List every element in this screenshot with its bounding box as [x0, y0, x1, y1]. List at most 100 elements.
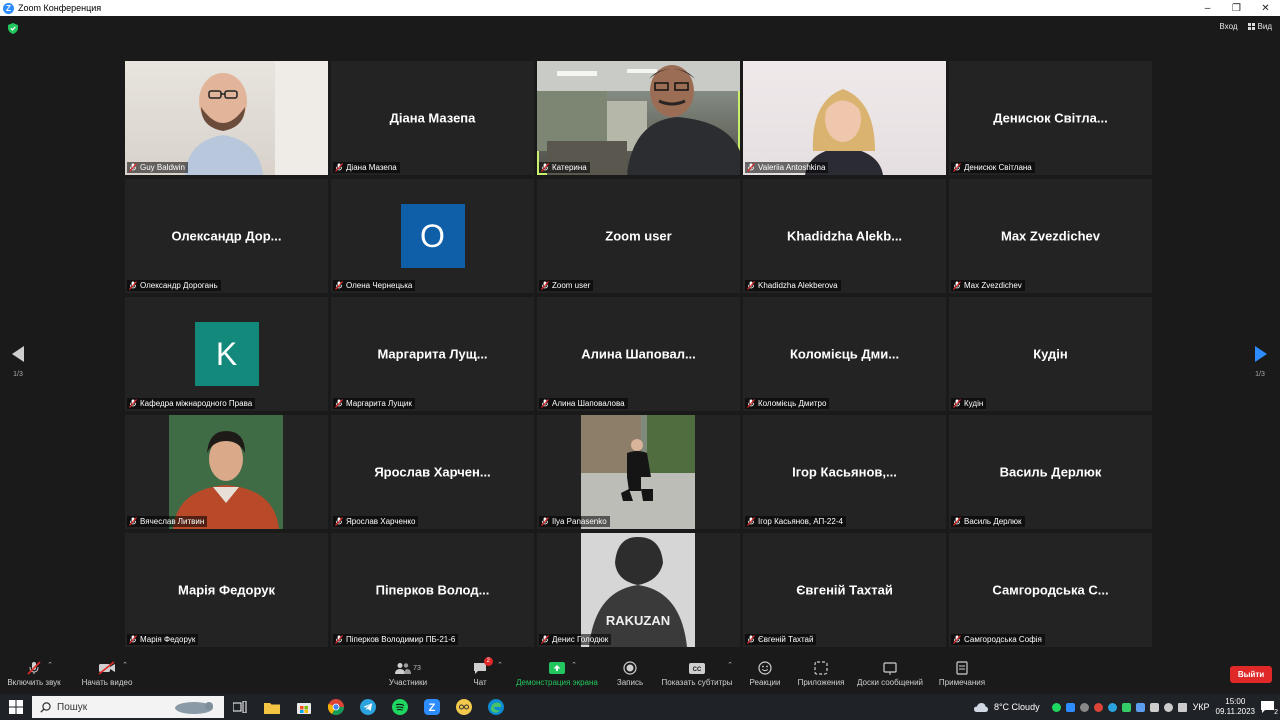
muted-mic-icon	[129, 281, 137, 290]
search-placeholder: Пошук	[57, 701, 88, 713]
participant-tile[interactable]: K Кафедра міжнародного Права	[125, 297, 328, 411]
participant-tile[interactable]: Коломієць Дми... Коломієць Дмитро	[743, 297, 946, 411]
participant-tile[interactable]: Василь Дерлюк Василь Дерлюк	[949, 415, 1152, 529]
encryption-shield-icon[interactable]	[8, 23, 18, 34]
previous-page-arrow-icon[interactable]	[12, 346, 24, 362]
muted-mic-icon	[747, 517, 755, 526]
record-button[interactable]: Запись	[614, 661, 646, 687]
participant-tile[interactable]: Євгеній Тахтай Євгеній Тахтай	[743, 533, 946, 647]
signin-button[interactable]: Вход	[1219, 22, 1237, 31]
view-button[interactable]: Вид	[1247, 22, 1272, 31]
participant-tile[interactable]: Діана Мазепа Діана Мазепа	[331, 61, 534, 175]
taskbar-search-box[interactable]: Пошук	[32, 696, 224, 718]
microsoft-store-icon[interactable]	[288, 694, 320, 720]
edge-icon[interactable]	[480, 694, 512, 720]
audio-options-caret-icon[interactable]: ⌃	[47, 661, 53, 669]
participant-tile[interactable]: Guy Baldwin	[125, 61, 328, 175]
participant-tile[interactable]: Zoom user Zoom user	[537, 179, 740, 293]
apps-button[interactable]: Приложения	[796, 661, 846, 687]
participant-name-label: Діана Мазепа	[333, 162, 400, 173]
minimize-button[interactable]: –	[1193, 0, 1222, 16]
battery-icon[interactable]	[1149, 702, 1159, 712]
participant-display-name: Самгородська С...	[992, 582, 1109, 598]
share-screen-button[interactable]: ⌃ Демонстрация экрана	[514, 661, 600, 687]
participant-tile[interactable]: Valeriia Antoshkina	[743, 61, 946, 175]
zoom-tray-icon[interactable]	[1065, 702, 1075, 712]
volume-icon[interactable]	[1177, 702, 1187, 712]
participant-tile[interactable]: Катерина	[537, 61, 740, 175]
whiteboards-button[interactable]: Доски сообщений	[856, 661, 924, 687]
wifi-icon[interactable]	[1163, 702, 1173, 712]
start-video-button[interactable]: ⌃ Начать видео	[80, 661, 134, 687]
participant-name-label: Євгеній Тахтай	[745, 634, 817, 645]
participant-tile[interactable]: Марія Федорук Марія Федорук	[125, 533, 328, 647]
task-view-icon[interactable]	[224, 694, 256, 720]
spotify-icon[interactable]	[384, 694, 416, 720]
chat-label: Чат	[473, 678, 487, 687]
participant-tile[interactable]: Маргарита Лущ... Маргарита Лущик	[331, 297, 534, 411]
weather-text[interactable]: 8°C Cloudy	[994, 702, 1040, 712]
participant-tile[interactable]: Самгородська С... Самгородська Софія	[949, 533, 1152, 647]
unmute-button[interactable]: ⌃ Включить звук	[6, 661, 62, 687]
participant-name: Кафедра міжнародного Права	[140, 399, 253, 408]
participant-name: Коломієць Дмитро	[758, 399, 827, 408]
participant-tile[interactable]: Олександр Дор... Олександр Дорогань	[125, 179, 328, 293]
chrome-tray-icon[interactable]	[1093, 702, 1103, 712]
leave-meeting-button[interactable]: Выйти	[1230, 666, 1272, 683]
reactions-button[interactable]: Реакции	[748, 661, 782, 687]
participant-name-label: Піперков Володимир ПБ-21-6	[333, 634, 459, 645]
next-page-arrow-icon[interactable]	[1255, 346, 1267, 362]
search-icon	[40, 701, 51, 713]
participant-tile[interactable]: Денисюк Світла... Денисюк Світлана	[949, 61, 1152, 175]
clock-date: 09.11.2023	[1215, 707, 1255, 716]
chat-button[interactable]: 2 ⌃ Чат	[470, 657, 503, 687]
captions-options-caret-icon[interactable]: ⌃	[727, 661, 733, 669]
start-button[interactable]	[0, 694, 32, 720]
participant-name: Ilya Panasenko	[552, 517, 607, 526]
notes-button[interactable]: Примечания	[938, 661, 986, 687]
participant-tile[interactable]: Khadidzha Alekb... Khadidzha Alekberova	[743, 179, 946, 293]
share-screen-icon: ⌃	[549, 661, 577, 675]
tray-app-icon[interactable]	[1079, 702, 1089, 712]
video-options-caret-icon[interactable]: ⌃	[122, 661, 128, 669]
muted-mic-icon	[953, 517, 961, 526]
telegram-icon[interactable]	[352, 694, 384, 720]
zoom-taskbar-icon[interactable]: Z	[416, 694, 448, 720]
chat-options-caret-icon[interactable]: ⌃	[497, 661, 503, 669]
participant-name: Valeriia Antoshkina	[758, 163, 826, 172]
close-button[interactable]: ✕	[1251, 0, 1280, 16]
participant-tile[interactable]: Вячеслав Литвин	[125, 415, 328, 529]
participant-display-name: Піперков Волод...	[375, 582, 490, 598]
participant-video	[537, 61, 740, 175]
svg-text:CC: CC	[693, 667, 702, 673]
file-explorer-icon[interactable]	[256, 694, 288, 720]
participant-tile[interactable]: Ярослав Харчен... Ярослав Харченко	[331, 415, 534, 529]
maximize-button[interactable]: ❐	[1222, 0, 1251, 16]
participant-name-label: Василь Дерлюк	[951, 516, 1025, 527]
participants-button[interactable]: 73 Участники	[386, 661, 430, 687]
participant-tile[interactable]: О Олена Чернецька	[331, 179, 534, 293]
participant-tile[interactable]: Ігор Касьянов,... Ігор Касьянов, АП-22-4	[743, 415, 946, 529]
participant-tile[interactable]: Піперков Волод... Піперков Володимир ПБ-2…	[331, 533, 534, 647]
clock[interactable]: 15:00 09.11.2023	[1216, 697, 1255, 717]
language-indicator[interactable]: УКР	[1193, 702, 1210, 712]
muted-mic-icon	[129, 163, 137, 172]
chrome-icon[interactable]	[320, 694, 352, 720]
participant-tile[interactable]: Ilya Panasenko	[537, 415, 740, 529]
nvidia-tray-icon[interactable]	[1121, 702, 1131, 712]
telegram-tray-icon[interactable]	[1107, 702, 1117, 712]
captions-button[interactable]: CC ⌃ Показать субтитры	[660, 661, 734, 687]
windows-taskbar: Пошук Z 8°C Cloudy УКР 15:00 09.11.2023 …	[0, 694, 1280, 720]
participant-name-label: Кудін	[951, 398, 987, 409]
notification-center-button[interactable]: 2	[1261, 701, 1278, 716]
participant-tile[interactable]: Кудін Кудін	[949, 297, 1152, 411]
participant-tile[interactable]: Алина Шаповал... Алина Шаповалова	[537, 297, 740, 411]
spotify-tray-icon[interactable]	[1051, 702, 1061, 712]
participant-tile[interactable]: RAKUZAN Денис Голодюк	[537, 533, 740, 647]
share-options-caret-icon[interactable]: ⌃	[571, 661, 577, 669]
app-icon-glasses[interactable]	[448, 694, 480, 720]
participant-tile[interactable]: Max Zvezdichev Max Zvezdichev	[949, 179, 1152, 293]
muted-mic-icon	[953, 399, 961, 408]
bluetooth-tray-icon[interactable]	[1135, 702, 1145, 712]
muted-mic-icon	[541, 163, 549, 172]
